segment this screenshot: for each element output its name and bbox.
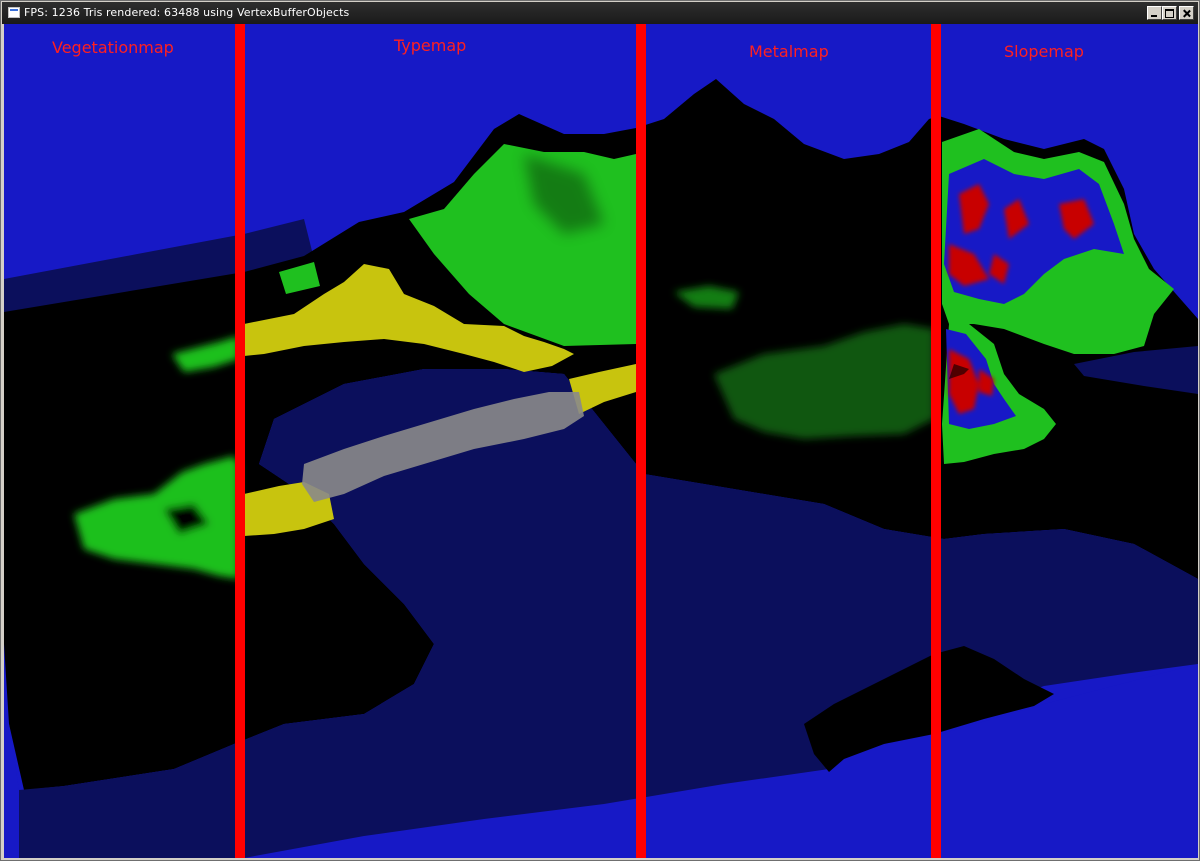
metalmap-label: Metalmap [749, 42, 829, 61]
app-icon [8, 7, 20, 18]
minimize-button[interactable] [1147, 6, 1162, 20]
panel-divider-1 [235, 24, 245, 858]
panel-divider-2 [636, 24, 646, 858]
slopemap-label: Slopemap [1004, 42, 1084, 61]
terrain-scene [4, 24, 1198, 858]
typemap-label: Typemap [394, 36, 467, 55]
title-bar[interactable]: FPS: 1236 Tris rendered: 63488 using Ver… [2, 2, 1198, 24]
window-title: FPS: 1236 Tris rendered: 63488 using Ver… [24, 6, 350, 19]
vegetationmap-label: Vegetationmap [52, 38, 174, 57]
close-button[interactable] [1179, 6, 1194, 20]
maximize-button[interactable] [1162, 6, 1177, 20]
panel-divider-3 [931, 24, 941, 858]
app-window: FPS: 1236 Tris rendered: 63488 using Ver… [0, 0, 1200, 861]
render-viewport[interactable]: Vegetationmap Typemap Metalmap Slopemap [4, 24, 1198, 858]
